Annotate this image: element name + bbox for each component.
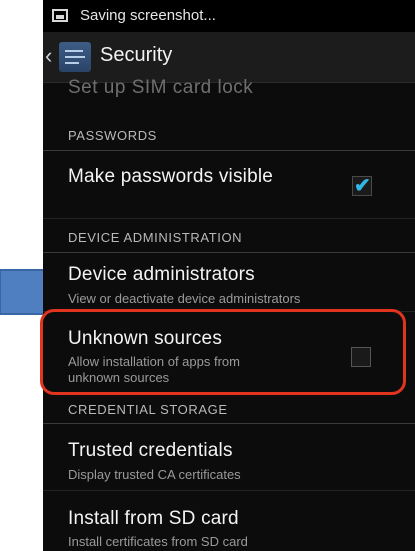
phone-screen: Saving screenshot... ‹ Security Set up S… — [43, 0, 415, 551]
section-header-credential-storage: CREDENTIAL STORAGE — [43, 397, 415, 424]
row-title: Trusted credentials — [68, 440, 233, 461]
sim-card-lock-item[interactable]: Set up SIM card lock — [68, 77, 253, 99]
highlight-box — [40, 309, 406, 395]
row-subtitle: View or deactivate device administrators — [68, 291, 301, 306]
row-subtitle: Display trusted CA certificates — [68, 467, 241, 482]
section-header-passwords: PASSWORDS — [43, 122, 415, 151]
back-icon[interactable]: ‹ — [45, 44, 52, 68]
action-bar[interactable]: ‹ Security — [43, 32, 415, 83]
image-icon — [52, 9, 68, 22]
status-text: Saving screenshot... — [80, 7, 216, 24]
page-title: Security — [100, 44, 173, 66]
row-title: Device administrators — [68, 264, 255, 285]
check-icon: ✔ — [354, 175, 371, 197]
section-header-device-administration: DEVICE ADMINISTRATION — [43, 224, 415, 253]
row-title: Install from SD card — [68, 508, 239, 529]
row-subtitle: Install certificates from SD card — [68, 534, 248, 549]
device-administrators-row[interactable]: Device administrators View or deactivate… — [43, 253, 415, 312]
status-bar: Saving screenshot... — [43, 0, 415, 32]
section-label: CREDENTIAL STORAGE — [68, 402, 228, 417]
make-passwords-visible-checkbox[interactable]: ✔ — [352, 175, 372, 197]
row-title: Make passwords visible — [68, 166, 274, 187]
settings-icon[interactable] — [59, 42, 91, 72]
section-label: DEVICE ADMINISTRATION — [68, 230, 243, 245]
make-passwords-visible-row[interactable]: Make passwords visible ✔ — [43, 151, 415, 219]
trusted-credentials-row[interactable]: Trusted credentials Display trusted CA c… — [43, 424, 415, 491]
install-from-sd-row[interactable]: Install from SD card Install certificate… — [43, 491, 415, 551]
section-label: PASSWORDS — [68, 128, 157, 143]
